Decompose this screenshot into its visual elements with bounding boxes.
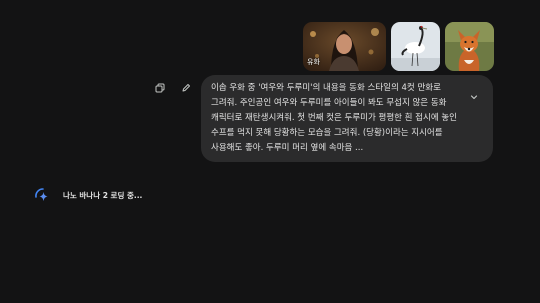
fox-image: [445, 22, 494, 71]
attachment-fox[interactable]: [445, 22, 494, 71]
chevron-down-icon: [470, 95, 478, 100]
copy-icon: [155, 83, 165, 93]
crane-image: [391, 22, 440, 71]
status-text: 나노 바나나 2 로딩 중...: [63, 190, 143, 200]
chat-page: 유화 이솝 우화 중 '여우와 두루미'의 내용을 동화 스타일의 4컷 만화로…: [0, 0, 540, 303]
attachment-strip: 유화: [303, 22, 494, 71]
pencil-icon: [182, 84, 190, 92]
spark-icon: [35, 188, 48, 201]
attachment-crane[interactable]: [391, 22, 440, 71]
message-actions: [154, 82, 192, 94]
attachment-woman-portrait[interactable]: 유화: [303, 22, 386, 71]
generation-status: 나노 바나나 2 로딩 중...: [33, 186, 142, 204]
attachment-label: 유화: [307, 58, 320, 66]
user-message-text: 이솝 우화 중 '여우와 두루미'의 내용을 동화 스타일의 4컷 만화로 그려…: [211, 83, 457, 153]
expand-message-button[interactable]: [469, 87, 479, 100]
copy-button[interactable]: [154, 82, 166, 94]
edit-button[interactable]: [180, 82, 192, 94]
user-message-bubble: 이솝 우화 중 '여우와 두루미'의 내용을 동화 스타일의 4컷 만화로 그려…: [201, 75, 493, 162]
